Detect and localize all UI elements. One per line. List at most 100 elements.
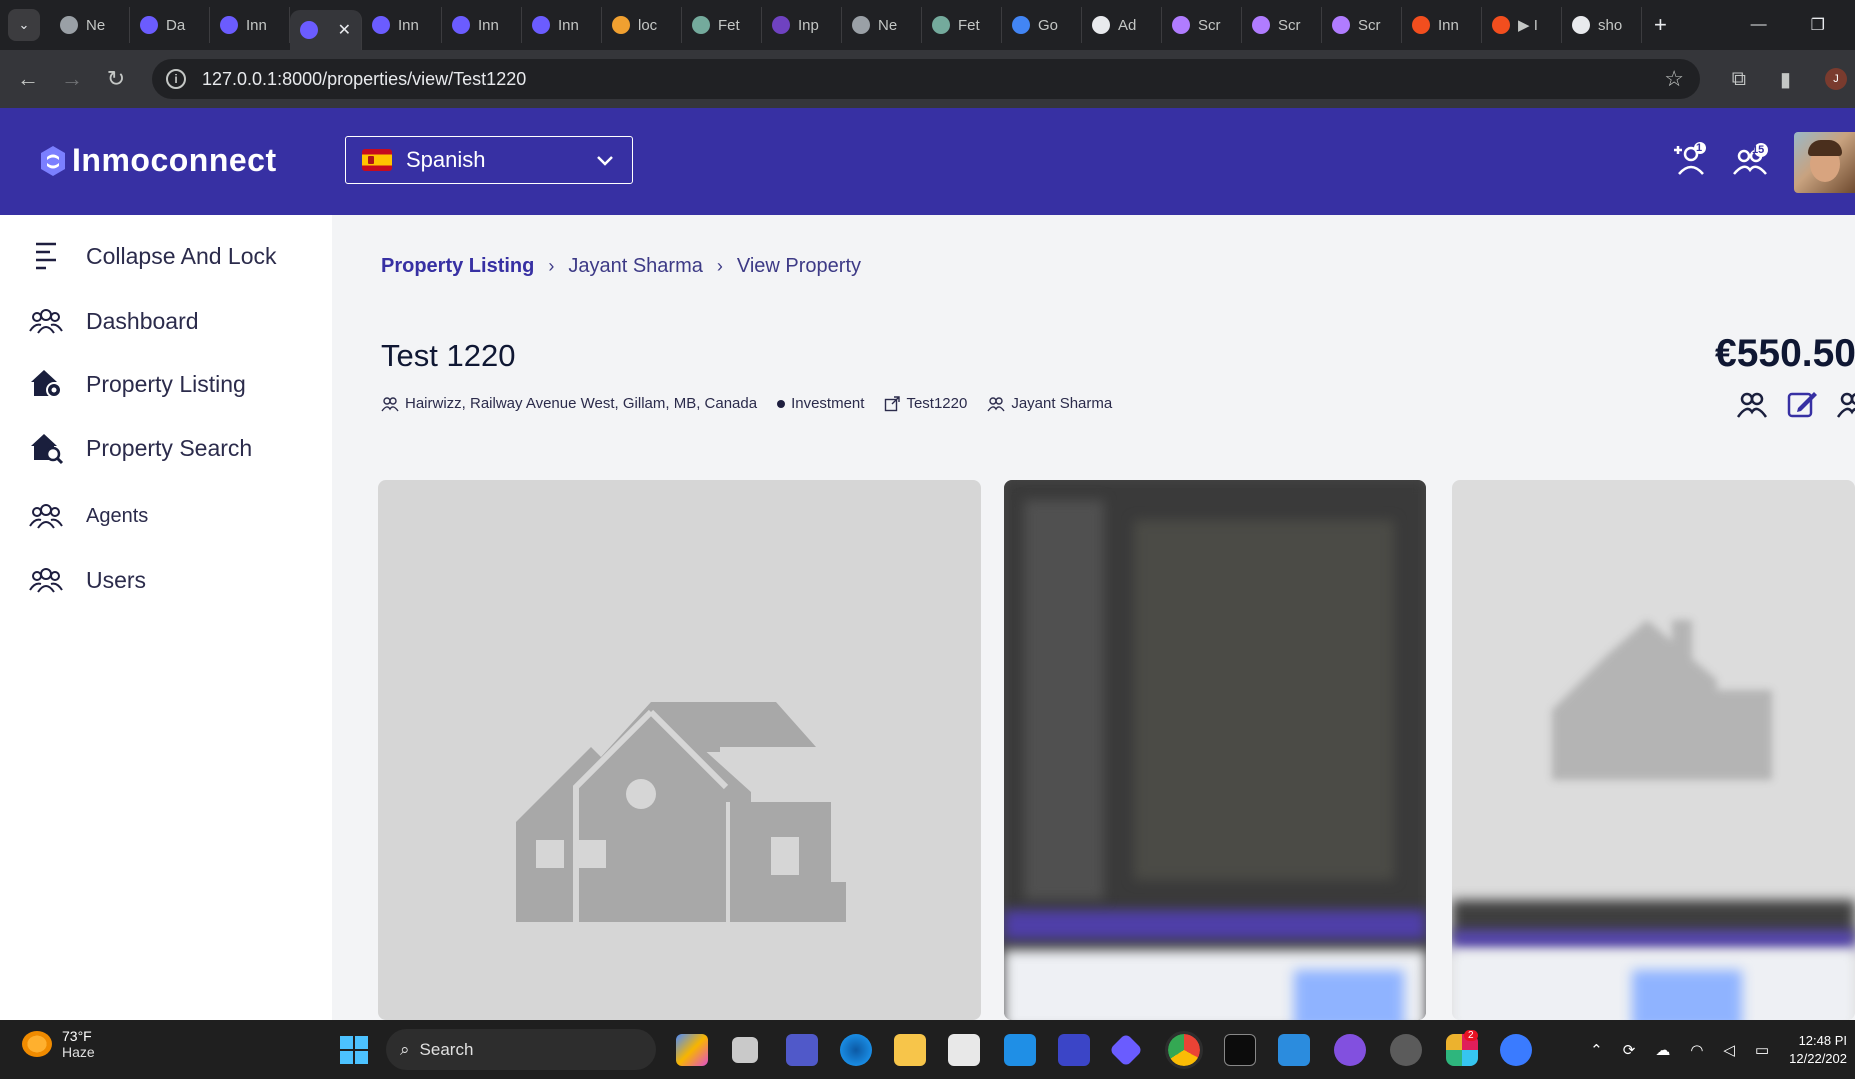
battery-icon[interactable]: ▭ (1755, 1041, 1769, 1059)
property-image-screenshot[interactable] (1004, 480, 1426, 1020)
sidebar-item-property-listing[interactable]: Property Listing (28, 366, 246, 402)
sidebar-item-property-search[interactable]: Property Search (28, 430, 252, 466)
volume-icon[interactable]: ◁ (1723, 1041, 1735, 1059)
sync-icon[interactable]: ⟳ (1623, 1041, 1636, 1059)
sidebar-item-dashboard[interactable]: Dashboard (28, 303, 199, 339)
browser-tab[interactable]: Inn (210, 7, 290, 43)
edge-icon[interactable] (840, 1034, 872, 1066)
store-icon[interactable] (948, 1034, 980, 1066)
property-image-third[interactable] (1452, 480, 1855, 1020)
cloud-icon[interactable]: ☁ (1655, 1041, 1670, 1059)
browser-tab[interactable]: Inn (362, 7, 442, 43)
house-placeholder-icon (1552, 620, 1772, 780)
extensions-puzzle-icon[interactable]: ⧉ (1732, 68, 1746, 91)
language-label: Spanish (406, 147, 486, 172)
chevron-up-icon[interactable]: ⌃ (1590, 1041, 1603, 1059)
notification-badge: 2 (1464, 1030, 1478, 1041)
users-icon[interactable] (1836, 388, 1855, 420)
copilot-icon[interactable] (676, 1034, 708, 1066)
browser-tab[interactable]: Ad (1082, 7, 1162, 43)
site-info-icon[interactable]: i (166, 69, 186, 89)
wifi-icon[interactable]: ◠ (1690, 1041, 1703, 1059)
users-icon[interactable] (1736, 388, 1768, 420)
tab-close-icon[interactable]: ✕ (338, 20, 351, 40)
side-panel-icon[interactable]: ▮ (1780, 67, 1791, 92)
add-agent-icon[interactable] (1670, 140, 1710, 180)
tab-list: Ne Da Inn ✕ Inn Inn Inn loc Fet Inp Ne Fet Go Ad Scr Sc… (50, 0, 1642, 50)
breadcrumb-property-listing[interactable]: Property Listing (381, 255, 534, 278)
bookmark-star-icon[interactable]: ☆ (1664, 66, 1684, 92)
tab-favicon-icon (220, 16, 238, 34)
image-blurred-area (1294, 970, 1404, 1020)
taskbar-search[interactable]: ⌕ Search (386, 1029, 656, 1070)
sidebar-item-label: Property Listing (86, 370, 246, 397)
tab-search-button[interactable]: ⌄ (8, 9, 40, 41)
tab-favicon-icon (372, 16, 390, 34)
browser-tab[interactable]: ▶ I (1482, 7, 1562, 43)
extension-area: ⧉ ▮ J (1732, 50, 1855, 108)
browser-tab[interactable]: loc (602, 7, 682, 43)
system-tray: ⌃ ⟳ ☁ ◠ ◁ ▭ 12:48 PI 12/22/202 (1590, 1020, 1855, 1079)
app-icon[interactable] (1058, 1034, 1090, 1066)
tab-favicon-icon (932, 16, 950, 34)
browser-tab[interactable]: Scr (1322, 7, 1402, 43)
browser-tab[interactable]: Go (1002, 7, 1082, 43)
browser-tab[interactable]: Inp (762, 7, 842, 43)
new-tab-button[interactable]: + (1654, 12, 1667, 38)
restore-button[interactable]: ❐ (1811, 15, 1825, 35)
github-desktop-icon[interactable] (1334, 1034, 1366, 1066)
task-view-icon[interactable] (732, 1037, 758, 1063)
back-button[interactable]: ← (6, 66, 50, 92)
vscode-icon[interactable] (1278, 1034, 1310, 1066)
user-avatar[interactable] (1794, 132, 1855, 193)
sidebar-item-collapse[interactable]: Collapse And Lock (28, 238, 277, 274)
reload-button[interactable]: ↻ (94, 66, 138, 92)
property-image-placeholder[interactable] (378, 480, 981, 1020)
browser-tab[interactable]: Inn (1402, 7, 1482, 43)
windows-start-icon[interactable] (340, 1036, 368, 1064)
chrome-icon[interactable] (1165, 1031, 1203, 1069)
teams-icon[interactable] (786, 1034, 818, 1066)
browser-tab[interactable]: Inn (522, 7, 602, 43)
mail-icon[interactable] (1004, 1034, 1036, 1066)
app-icon[interactable] (1500, 1034, 1532, 1066)
browser-tab[interactable]: Scr (1162, 7, 1242, 43)
browser-tab[interactable]: Ne (50, 7, 130, 43)
tab-favicon-icon (1092, 16, 1110, 34)
type-text: Investment (791, 395, 865, 412)
sidebar-item-users[interactable]: Users (28, 562, 146, 598)
browser-tab[interactable]: Fet (682, 7, 762, 43)
tab-label: Fet (718, 16, 740, 34)
terminal-icon[interactable] (1224, 1034, 1256, 1066)
browser-tab[interactable]: sho (1562, 7, 1642, 43)
browser-tab[interactable]: Inn (442, 7, 522, 43)
sidebar-item-agents[interactable]: Agents (28, 498, 148, 534)
browser-tab[interactable]: Fet (922, 7, 1002, 43)
minimize-button[interactable]: — (1751, 16, 1767, 34)
file-explorer-icon[interactable] (894, 1034, 926, 1066)
meta-reference[interactable]: Test1220 (884, 395, 967, 412)
app-header: Inmoconnect Spanish 1 15 (0, 108, 1855, 215)
brand-logo[interactable]: Inmoconnect (38, 142, 277, 179)
weather-desc: Haze (62, 1044, 95, 1060)
clock[interactable]: 12:48 PI 12/22/202 (1789, 1032, 1847, 1068)
tab-label: loc (638, 16, 658, 34)
tab-favicon-icon (612, 16, 630, 34)
address-bar[interactable]: i 127.0.0.1:8000/properties/view/Test122… (152, 59, 1700, 99)
clock-date: 12/22/202 (1789, 1050, 1847, 1066)
window-controls: — ❐ (1751, 0, 1855, 50)
dot-icon (777, 399, 786, 408)
browser-tab[interactable]: Scr (1242, 7, 1322, 43)
breadcrumb-agent[interactable]: Jayant Sharma (568, 255, 703, 278)
weather-widget[interactable]: 73°F Haze (22, 1028, 95, 1060)
browser-tab[interactable]: Da (130, 7, 210, 43)
spain-flag-icon (362, 149, 392, 171)
browser-profile-avatar[interactable]: J (1825, 68, 1847, 90)
browser-tab[interactable]: Ne (842, 7, 922, 43)
language-select[interactable]: Spanish (345, 136, 633, 184)
app-icon[interactable] (1109, 1033, 1143, 1067)
forward-button[interactable]: → (50, 66, 94, 92)
browser-tab-active[interactable]: ✕ (290, 10, 362, 50)
edit-icon[interactable] (1786, 388, 1818, 420)
media-player-icon[interactable] (1390, 1034, 1422, 1066)
